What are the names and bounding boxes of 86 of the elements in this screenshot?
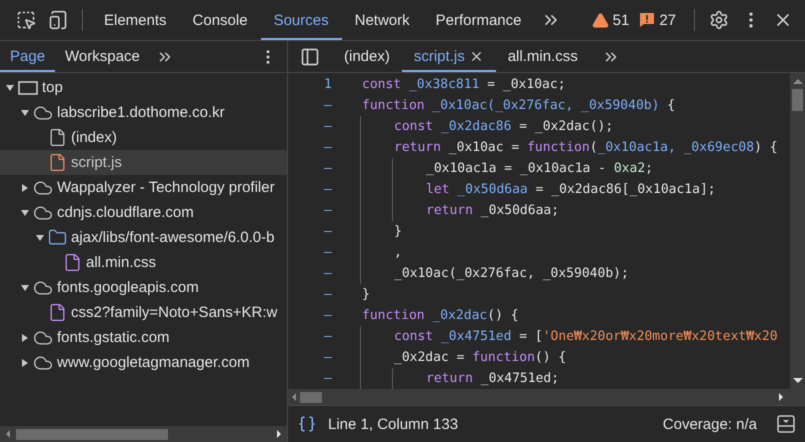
panel-tab[interactable]: Elements: [91, 0, 180, 40]
scroll-left-icon[interactable]: [290, 393, 298, 401]
code-line: ,: [393, 245, 402, 260]
tree-item[interactable]: labscribe1.dothome.co.kr: [0, 100, 287, 125]
file-tab[interactable]: all.min.css: [496, 41, 590, 72]
folder-icon: [48, 228, 67, 247]
collapse-arrow-icon[interactable]: [6, 84, 14, 92]
tree-item[interactable]: top: [0, 75, 287, 100]
code-line: }: [393, 224, 402, 239]
line-number: –: [323, 308, 333, 323]
panel-tab[interactable]: Console: [180, 0, 261, 40]
scrollbar-thumb[interactable]: [16, 428, 168, 440]
line-number: –: [323, 119, 333, 134]
inspect-icon[interactable]: [16, 10, 36, 30]
issue-icon: [639, 12, 656, 28]
tree-item[interactable]: cdnjs.cloudflare.com: [0, 200, 287, 225]
scroll-up-icon[interactable]: [792, 77, 802, 85]
window-icon: [18, 80, 38, 94]
sidebar-toggle-icon[interactable]: [300, 46, 320, 66]
scrollbar-thumb[interactable]: [792, 89, 803, 111]
tree-item[interactable]: (index): [0, 125, 287, 150]
line-number: –: [323, 182, 333, 197]
tree-item[interactable]: fonts.gstatic.com: [0, 325, 287, 350]
panel-tab[interactable]: Sources: [260, 0, 342, 40]
scrollbar[interactable]: [0, 426, 287, 442]
line-number: –: [323, 140, 333, 155]
line-number: –: [323, 287, 333, 302]
settings-icon[interactable]: [709, 10, 729, 30]
expand-arrow-icon[interactable]: [21, 184, 29, 192]
code-line: }: [362, 287, 370, 302]
code-line: let _0x50d6aa = _0x2dac86[_0x10ac1a];: [425, 182, 716, 197]
warning-count: 51: [612, 12, 630, 28]
code-line: _0x10ac(_0x276fac, _0x59040b);: [393, 266, 629, 281]
tree-item[interactable]: all.min.css: [0, 250, 287, 275]
code-line: function _0x10ac(_0x276fac, _0x59040b) {: [362, 98, 676, 113]
code-line: const _0x38c811 = _0x10ac;: [362, 77, 566, 92]
collapse-arrow-icon[interactable]: [21, 284, 29, 292]
line-number: –: [323, 371, 333, 386]
tree-item[interactable]: www.googletagmanager.com: [0, 350, 287, 375]
tree-item[interactable]: fonts.googleapis.com: [0, 275, 287, 300]
cursor-position: Line 1, Column 133: [328, 416, 458, 432]
line-number: –: [323, 329, 333, 344]
scrollbar[interactable]: [790, 73, 805, 389]
line-number: –: [323, 224, 333, 239]
code-line: return _0x10ac = function(_0x10ac1a, _0x69ec08) {: [393, 140, 778, 155]
tree-item[interactable]: script.js: [0, 150, 287, 175]
line-number: 1: [323, 77, 333, 92]
warning-icon: [592, 12, 609, 28]
navigator-tab[interactable]: Workspace: [55, 41, 150, 72]
scroll-right-icon[interactable]: [275, 430, 283, 438]
collapse-arrow-icon[interactable]: [21, 108, 29, 116]
line-number: –: [323, 350, 333, 365]
scroll-right-icon[interactable]: [777, 393, 785, 401]
error-count: 27: [659, 12, 676, 28]
line-number: –: [323, 98, 333, 113]
code-line: return _0x4751ed;: [425, 371, 560, 386]
code-line: const _0x2dac86 = _0x2dac();: [393, 119, 614, 134]
line-number: –: [323, 266, 333, 281]
scrollbar[interactable]: [288, 389, 805, 405]
pretty-print-icon[interactable]: [298, 415, 316, 433]
tree-item[interactable]: ajax/libs/font-awesome/6.0.0-b: [0, 225, 287, 250]
panel-tab[interactable]: Network: [342, 0, 423, 40]
collapse-arrow-icon[interactable]: [36, 234, 44, 242]
line-number: –: [323, 245, 333, 260]
line-number: –: [323, 203, 333, 218]
navigator-tab[interactable]: Page: [0, 41, 56, 72]
code-line: _0x10ac1a = _0x10ac1a - 0xa2;: [425, 161, 653, 176]
tree-item[interactable]: Wappalyzer - Technology profiler: [0, 175, 287, 200]
code-line: return _0x50d6aa;: [425, 203, 560, 218]
collapse-arrow-icon[interactable]: [21, 208, 29, 216]
drawer-toggle-icon[interactable]: [777, 415, 795, 433]
scroll-down-icon[interactable]: [792, 377, 802, 385]
device-toolbar-icon[interactable]: [48, 10, 68, 30]
code-line: function _0x2dac() {: [362, 308, 519, 323]
file-tab[interactable]: script.js: [402, 41, 496, 72]
coverage-status: Coverage: n/a: [662, 416, 757, 432]
tree-item[interactable]: css2?family=Noto+Sans+KR:w: [0, 300, 287, 325]
code-line: const _0x4751ed = ['One₩x20or₩x20more₩x20text₩x20: [393, 329, 778, 344]
expand-arrow-icon[interactable]: [21, 334, 29, 342]
panel-tab[interactable]: Performance: [422, 0, 534, 40]
file-tab[interactable]: (index): [332, 41, 402, 72]
scroll-left-icon[interactable]: [4, 430, 12, 438]
expand-arrow-icon[interactable]: [21, 358, 29, 366]
scrollbar-thumb[interactable]: [300, 392, 322, 402]
code-line: _0x2dac = function() {: [393, 350, 566, 365]
line-number: –: [323, 161, 333, 176]
